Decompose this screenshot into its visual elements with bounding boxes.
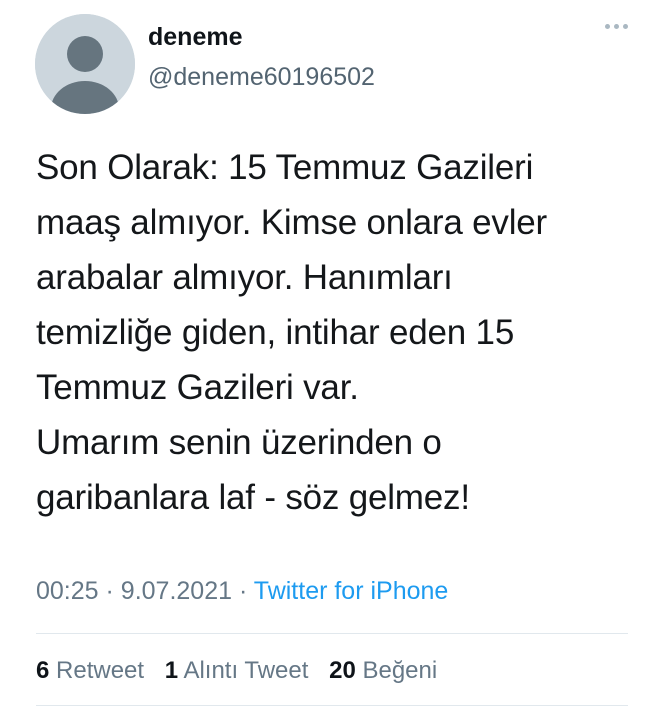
default-avatar-icon: [35, 14, 135, 114]
tweet-text: Son Olarak: 15 Temmuz Gazileri maaş almı…: [36, 140, 636, 525]
like-label: Beğeni: [362, 657, 438, 684]
tweet-source-link[interactable]: Twitter for iPhone: [254, 577, 449, 605]
tweet-line: arabalar almıyor. Hanımları: [36, 258, 453, 297]
tweet-line: garibanlara laf - söz gelmez!: [36, 478, 470, 517]
like-count: 20: [329, 657, 356, 684]
tweet-time[interactable]: 00:25: [36, 577, 99, 605]
more-dot: [605, 24, 610, 29]
quote-count-link[interactable]: 1 Alıntı Tweet: [165, 657, 309, 684]
divider: [36, 633, 628, 634]
display-name[interactable]: deneme: [148, 22, 375, 52]
meta-separator: ·: [105, 577, 114, 605]
like-count-link[interactable]: 20 Beğeni: [329, 657, 437, 684]
retweet-count: 6: [36, 657, 50, 684]
meta-separator: ·: [238, 577, 248, 605]
user-handle[interactable]: @deneme60196502: [148, 62, 375, 92]
tweet-card: deneme @deneme60196502 Son Olarak: 15 Te…: [0, 0, 650, 710]
avatar[interactable]: [35, 14, 135, 114]
tweet-line: Son Olarak: 15 Temmuz Gazileri: [36, 148, 534, 187]
tweet-line: maaş almıyor. Kimse onlara evler: [36, 203, 548, 242]
more-options-icon[interactable]: [605, 24, 628, 29]
tweet-metadata: 00:25 · 9.07.2021 · Twitter for iPhone: [36, 577, 448, 606]
tweet-line: temizliğe giden, intihar eden 15: [36, 313, 515, 352]
more-dot: [623, 24, 628, 29]
tweet-date[interactable]: 9.07.2021: [121, 577, 232, 605]
divider: [36, 705, 628, 706]
tweet-line: Umarım senin üzerinden o: [36, 423, 442, 462]
tweet-line: Temmuz Gazileri var.: [36, 368, 359, 407]
author-info[interactable]: deneme @deneme60196502: [148, 22, 375, 92]
engagement-stats: 6 Retweet 1 Alıntı Tweet 20 Beğeni: [36, 657, 451, 685]
quote-label: Alıntı Tweet: [183, 657, 309, 684]
retweet-count-link[interactable]: 6 Retweet: [36, 657, 144, 684]
quote-count: 1: [164, 657, 179, 684]
retweet-label: Retweet: [56, 657, 145, 684]
more-dot: [614, 24, 619, 29]
